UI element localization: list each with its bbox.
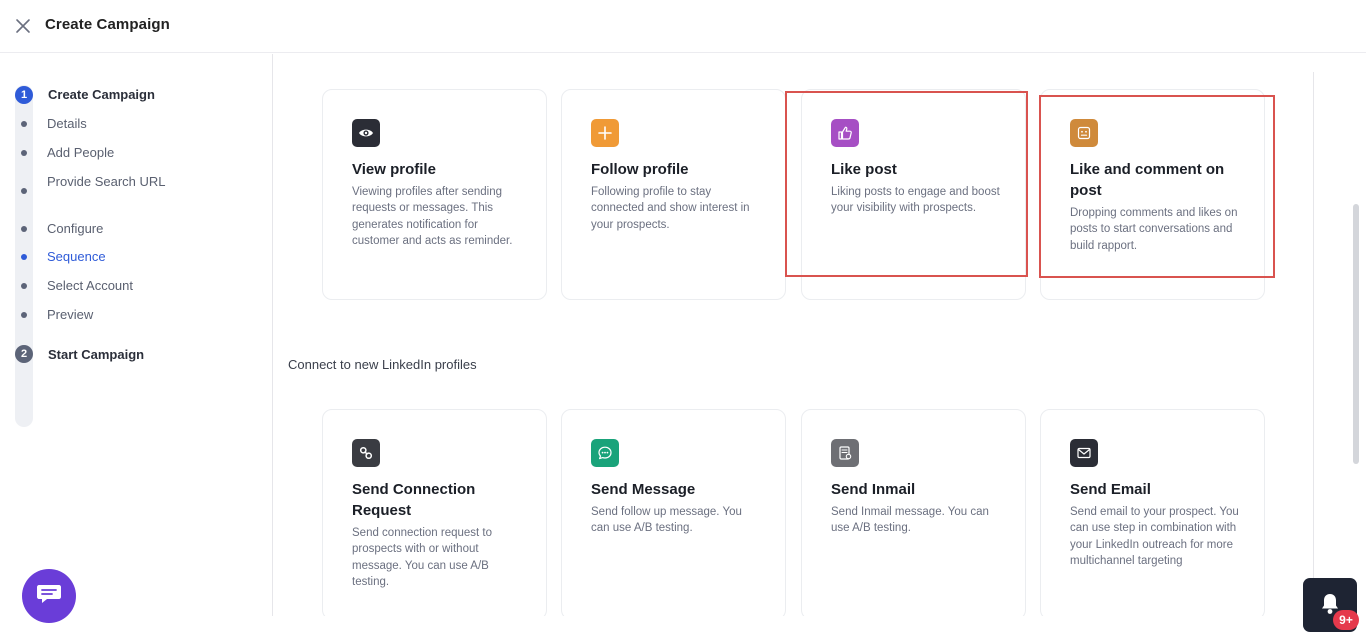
scrollbar[interactable] [1352,72,1360,616]
substep-configure[interactable]: Configure [47,220,167,238]
card-title: Send Connection Request [352,481,476,519]
action-card-send-email[interactable]: Send Email Send email to your prospect. … [1040,409,1265,616]
substep-details[interactable]: Details [47,115,167,133]
eye-icon [352,119,380,147]
substep-add-people[interactable]: Add People [47,144,167,162]
action-card-send-connection-request[interactable]: Send Connection Request Send connection … [322,409,547,616]
action-card-follow-profile[interactable]: Follow profile Following profile to stay… [561,89,786,300]
substep-dot [21,121,27,127]
scrollbar-thumb[interactable] [1353,204,1359,464]
action-card-send-message[interactable]: Send Message Send follow up message. You… [561,409,786,616]
card-description: Send Inmail message. You can use A/B tes… [831,506,989,535]
page-title: Create Campaign [45,16,170,33]
card-description: Send follow up message. You can use A/B … [591,506,742,535]
chat-button[interactable] [22,569,76,623]
close-icon[interactable] [14,17,32,35]
comment-face-icon [1070,119,1098,147]
inmail-icon [831,439,859,467]
substep-dot [21,188,27,194]
step-title-create-campaign[interactable]: Create Campaign [48,87,155,102]
step-title-start-campaign[interactable]: Start Campaign [48,347,144,362]
substep-dot [21,312,27,318]
content-divider [1313,72,1314,616]
card-title: Like post [831,161,897,178]
card-description: Viewing profiles after sending requests … [352,186,513,247]
notifications-button[interactable]: 9+ [1303,578,1359,632]
link-icon [352,439,380,467]
card-description: Send email to your prospect. You can use… [1070,506,1239,567]
sequence-actions-panel: View profile Viewing profiles after send… [274,72,1313,616]
card-title: Send Inmail [831,481,916,498]
card-title: Send Email [1070,481,1151,498]
substep-provide-search-url[interactable]: Provide Search URL [47,173,167,191]
action-card-send-inmail[interactable]: Send Inmail Send Inmail message. You can… [801,409,1026,616]
substep-dot-current [21,254,27,260]
card-description: Send connection request to prospects wit… [352,527,493,588]
action-card-view-profile[interactable]: View profile Viewing profiles after send… [322,89,547,300]
substep-dot [21,226,27,232]
action-card-like-post[interactable]: Like post Liking posts to engage and boo… [801,89,1026,300]
substep-preview[interactable]: Preview [47,306,167,324]
section-label-connect: Connect to new LinkedIn profiles [288,357,477,372]
chat-icon [36,583,62,610]
card-title: Follow profile [591,161,689,178]
card-description: Liking posts to engage and boost your vi… [831,186,1000,215]
notification-count-badge: 9+ [1333,610,1359,630]
card-description: Dropping comments and likes on posts to … [1070,207,1238,252]
substep-sequence[interactable]: Sequence [47,248,167,266]
top-bar: Create Campaign [0,0,1366,53]
substep-select-account[interactable]: Select Account [47,277,167,295]
card-title: Send Message [591,481,696,498]
thumbs-up-icon [831,119,859,147]
plus-icon [591,119,619,147]
card-title: View profile [352,161,436,178]
card-title: Like and comment on post [1070,161,1225,199]
step-number-1: 1 [15,86,33,104]
envelope-icon [1070,439,1098,467]
substep-dot [21,150,27,156]
action-card-like-and-comment[interactable]: Like and comment on post Dropping commen… [1040,89,1265,300]
chat-bubble-icon [591,439,619,467]
step-number-2: 2 [15,345,33,363]
sidebar-stepper: 1 Create Campaign Details Add People Pro… [0,54,273,616]
card-description: Following profile to stay connected and … [591,186,750,231]
substep-dot [21,283,27,289]
